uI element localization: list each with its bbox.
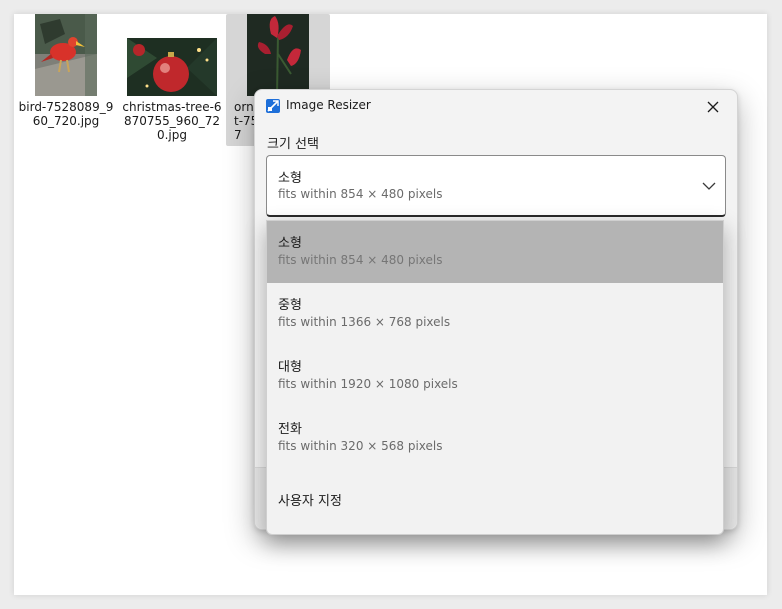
file-item-christmas-tree[interactable]: christmas-tree-6870755_960_720.jpg: [120, 14, 224, 146]
option-name: 소형: [278, 236, 302, 251]
close-button[interactable]: [697, 94, 729, 120]
option-name: 중형: [278, 298, 302, 313]
size-option-medium[interactable]: 중형 fits within 1366 × 768 pixels: [267, 283, 723, 345]
size-option-phone[interactable]: 전화 fits within 320 × 568 pixels: [267, 407, 723, 469]
size-select-label: 크기 선택: [267, 137, 319, 152]
option-name: 사용자 지정: [278, 494, 342, 509]
size-dropdown-list: 소형 fits within 854 × 480 pixels 중형 fits …: [266, 220, 724, 535]
selected-size-desc: fits within 854 × 480 pixels: [278, 187, 443, 201]
selected-size-name: 소형: [278, 171, 302, 186]
file-name: bird-7528089_960_720.jpg: [18, 100, 114, 128]
size-option-large[interactable]: 대형 fits within 1920 × 1080 pixels: [267, 345, 723, 407]
christmas-tree-thumbnail: [127, 38, 217, 96]
option-name: 전화: [278, 422, 302, 437]
close-icon: [707, 101, 719, 113]
option-desc: fits within 1366 × 768 pixels: [278, 315, 451, 329]
file-item-bird[interactable]: bird-7528089_960_720.jpg: [14, 14, 118, 146]
file-name: christmas-tree-6870755_960_720.jpg: [122, 100, 222, 142]
flower-thumbnail: [247, 14, 309, 96]
chevron-down-icon: [702, 182, 716, 190]
dialog-titlebar[interactable]: Image Resizer: [255, 90, 737, 124]
option-desc: fits within 854 × 480 pixels: [278, 253, 443, 267]
bird-thumbnail: [35, 14, 97, 96]
image-resizer-icon: [266, 99, 280, 113]
size-option-small[interactable]: 소형 fits within 854 × 480 pixels: [267, 221, 723, 283]
option-desc: fits within 1920 × 1080 pixels: [278, 377, 458, 391]
size-select[interactable]: 소형 fits within 854 × 480 pixels: [266, 155, 726, 217]
size-option-custom[interactable]: 사용자 지정: [267, 469, 723, 534]
dialog-title: Image Resizer: [286, 98, 371, 112]
option-desc: fits within 320 × 568 pixels: [278, 439, 443, 453]
option-name: 대형: [278, 360, 302, 375]
